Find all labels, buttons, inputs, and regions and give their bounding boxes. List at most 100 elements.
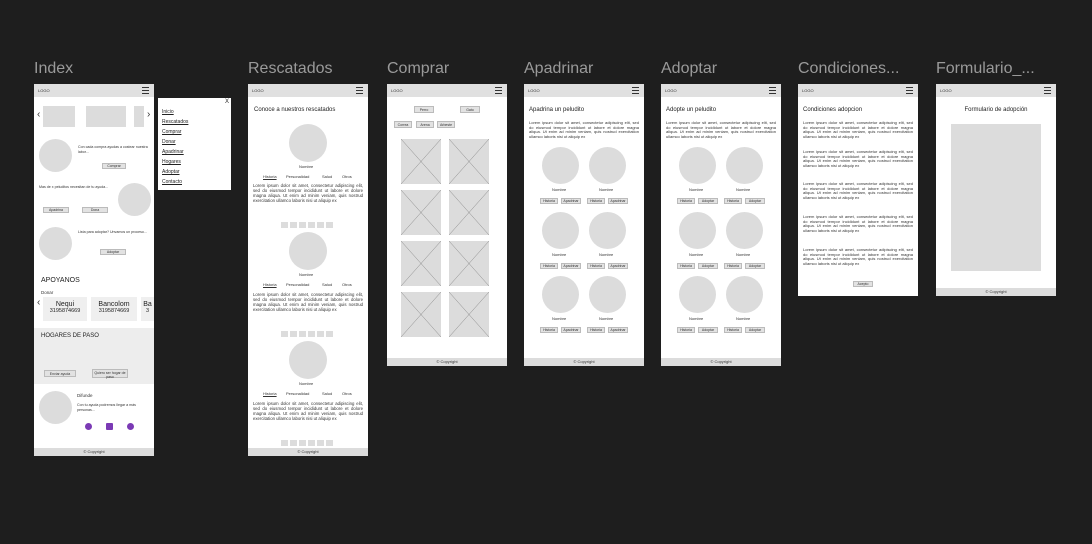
historia-button[interactable]: Historia (540, 198, 558, 204)
product-image-placeholder[interactable] (449, 241, 489, 286)
chevron-left-icon[interactable]: ‹ (37, 110, 40, 120)
menu-item-hogares[interactable]: Hogares (162, 159, 181, 165)
historia-button[interactable]: Historia (540, 327, 558, 333)
product-image-placeholder[interactable] (401, 190, 441, 235)
hamburger-menu-icon[interactable] (632, 87, 639, 94)
apadrinar-button[interactable]: Apadrinar (561, 198, 581, 204)
tab-salud[interactable]: Salud (322, 391, 332, 396)
dona-button[interactable]: Dona (82, 207, 108, 213)
close-icon[interactable]: X (225, 99, 229, 105)
frame-label-adoptar: Adoptar (661, 60, 718, 77)
menu-item-contacto[interactable]: Contacto (162, 179, 182, 185)
carousel-image (134, 106, 144, 127)
hamburger-menu-icon[interactable] (495, 87, 502, 94)
index-frame: LOGO ‹ › Con cada compra ayudas a costea… (34, 84, 154, 456)
header: LOGO (387, 84, 507, 97)
adoptar-button[interactable]: Adoptar (100, 249, 126, 255)
whatsapp-icon[interactable] (127, 423, 134, 430)
apadrinar-button[interactable]: Apadrinar (561, 327, 581, 333)
page-title: Conoce a nuestros rescatados (254, 107, 336, 113)
historia-button[interactable]: Historia (677, 263, 695, 269)
product-image-placeholder[interactable] (449, 139, 489, 184)
pet-photo (542, 276, 579, 313)
hamburger-menu-icon[interactable] (1044, 87, 1051, 94)
tab-personalidad[interactable]: Personalidad (286, 391, 309, 396)
product-image-placeholder[interactable] (449, 190, 489, 235)
adoptar-button[interactable]: Adoptar (745, 263, 765, 269)
pet-description: Lorem ipsum dolor sit amet, consectetur … (253, 183, 363, 203)
product-image-placeholder[interactable] (401, 241, 441, 286)
tab-historia[interactable]: Historia (263, 282, 277, 287)
menu-item-comprar[interactable]: Comprar (162, 129, 181, 135)
pet-name: Nombre (552, 252, 567, 257)
formulario-frame: LOGO Formulario de adopción © Copyright (936, 84, 1056, 296)
pet-photo (589, 147, 626, 184)
pet-photo (289, 232, 327, 270)
category-correa-button[interactable]: Correa (394, 121, 412, 128)
adoptar-button[interactable]: Adoptar (698, 263, 718, 269)
hamburger-menu-icon[interactable] (769, 87, 776, 94)
tab-otros[interactable]: Otros (342, 174, 352, 179)
tab-salud[interactable]: Salud (322, 174, 332, 179)
adoptar-button[interactable]: Adoptar (745, 198, 765, 204)
pet-photo (679, 276, 716, 313)
apadrinar-button[interactable]: Apadrinar (561, 263, 581, 269)
instagram-icon[interactable] (106, 423, 113, 430)
tab-historia[interactable]: Historia (263, 174, 277, 179)
historia-button[interactable]: Historia (587, 263, 605, 269)
logo: LOGO (665, 88, 677, 93)
gallery-thumbnails (281, 215, 335, 233)
historia-button[interactable]: Historia (677, 327, 695, 333)
adoptar-button[interactable]: Adoptar (698, 327, 718, 333)
pet-name: Nombre (299, 381, 314, 386)
product-image-placeholder[interactable] (449, 292, 489, 337)
historia-button[interactable]: Historia (587, 198, 605, 204)
historia-button[interactable]: Historia (724, 198, 742, 204)
frame-label-condiciones: Condiciones... (798, 60, 900, 77)
comprar-button[interactable]: Comprar (102, 163, 126, 169)
donation-name: Ba (143, 301, 152, 308)
chevron-left-icon[interactable]: ‹ (37, 298, 40, 308)
hamburger-menu-icon[interactable] (906, 87, 913, 94)
menu-item-inicio[interactable]: Inicio (162, 109, 174, 115)
tab-historia[interactable]: Historia (263, 391, 277, 396)
menu-item-rescatados[interactable]: Rescatados (162, 119, 188, 125)
filter-perro-button[interactable]: Perro (414, 106, 434, 113)
pet-photo (542, 147, 579, 184)
historia-button[interactable]: Historia (724, 263, 742, 269)
intro-text: Lorem ipsum dolor sit amet, consectetur … (529, 120, 639, 139)
menu-item-donar[interactable]: Donar (162, 139, 176, 145)
chevron-right-icon[interactable]: › (147, 110, 150, 120)
adoptar-button[interactable]: Adoptar (698, 198, 718, 204)
menu-item-adoptar[interactable]: Adoptar (162, 169, 180, 175)
tab-salud[interactable]: Salud (322, 282, 332, 287)
product-image-placeholder[interactable] (401, 292, 441, 337)
apadrina-button[interactable]: Apadrina (43, 207, 69, 213)
tab-personalidad[interactable]: Personalidad (286, 282, 309, 287)
historia-button[interactable]: Historia (540, 263, 558, 269)
adoption-form[interactable] (951, 124, 1041, 271)
acepto-button[interactable]: Acepto (853, 281, 873, 287)
footer: © Copyright (387, 358, 507, 366)
category-arena-button[interactable]: Arena (416, 121, 434, 128)
menu-item-apadrinar[interactable]: Apadrinar (162, 149, 184, 155)
adoptar-button[interactable]: Adoptar (745, 327, 765, 333)
hogar-de-paso-button[interactable]: Quiero ser hogar de paso (92, 369, 128, 379)
category-arbeste-button[interactable]: Arbeste (437, 121, 455, 128)
pet-photo (289, 124, 327, 162)
hamburger-menu-icon[interactable] (356, 87, 363, 94)
product-image-placeholder[interactable] (401, 139, 441, 184)
tab-personalidad[interactable]: Personalidad (286, 174, 309, 179)
filter-gato-button[interactable]: Gato (460, 106, 480, 113)
apadrinar-button[interactable]: Apadrinar (608, 327, 628, 333)
historia-button[interactable]: Historia (677, 198, 695, 204)
tab-otros[interactable]: Otros (342, 391, 352, 396)
apadrinar-button[interactable]: Apadrinar (608, 263, 628, 269)
tab-otros[interactable]: Otros (342, 282, 352, 287)
apadrinar-button[interactable]: Apadrinar (608, 198, 628, 204)
historia-button[interactable]: Historia (724, 327, 742, 333)
facebook-icon[interactable] (85, 423, 92, 430)
hamburger-menu-icon[interactable] (142, 87, 149, 94)
enviar-ayuda-button[interactable]: Enviar ayuda (44, 370, 76, 377)
historia-button[interactable]: Historia (587, 327, 605, 333)
